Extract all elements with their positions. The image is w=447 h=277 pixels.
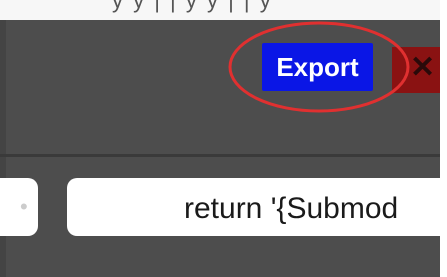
code-expression-text: return '{Submod [184,192,399,225]
panel-divider [0,154,440,157]
top-strip: y y | | y y | | y [0,0,440,20]
close-icon: ✕ [410,51,436,84]
partial-input-field[interactable]: • [0,178,38,236]
dark-panel [0,20,440,277]
panel-left-edge [0,20,6,277]
code-expression-input[interactable]: return '{Submod [67,178,440,236]
cropped-text: y y | | y y | | y [112,0,273,13]
screenshot-frame: y y | | y y | | y ✕ Export • return '{Su… [0,0,447,277]
faint-icon: • [20,194,28,219]
right-gutter [440,0,447,277]
close-button[interactable]: ✕ [392,47,440,93]
export-button[interactable]: Export [262,43,373,91]
